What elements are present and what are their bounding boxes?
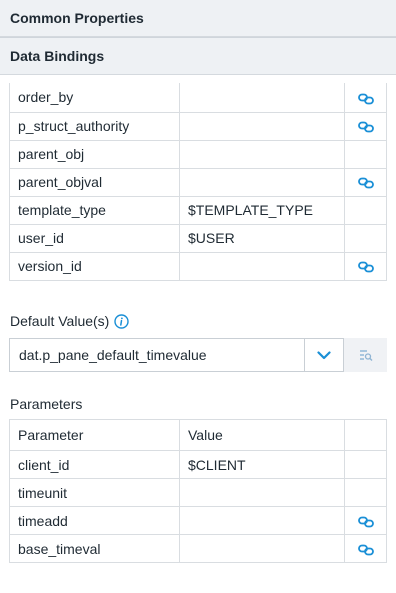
column-header-parameter: Parameter [9,419,180,451]
parameter-link-cell[interactable] [344,506,387,535]
binding-name: version_id [9,251,180,281]
binding-name: user_id [9,223,180,253]
lookup-button[interactable] [344,338,387,372]
binding-value[interactable] [179,111,345,141]
table-row[interactable]: parent_obj [9,139,387,169]
binding-name: parent_obj [9,139,180,169]
binding-value[interactable]: $USER [179,223,345,253]
link-icon[interactable] [357,544,374,556]
binding-name: template_type [9,195,180,225]
table-row[interactable]: p_struct_authority [9,111,387,141]
table-row[interactable]: parent_objval [9,167,387,197]
default-values-label-row: Default Value(s) [10,313,130,329]
table-row[interactable]: client_id $CLIENT [9,450,387,479]
link-icon[interactable] [357,516,374,528]
common-properties-title: Common Properties [10,10,144,26]
table-row[interactable]: user_id $USER [9,223,387,253]
common-properties-header[interactable]: Common Properties [0,0,396,37]
parameter-value[interactable] [179,478,345,507]
data-bindings-header[interactable]: Data Bindings [0,38,396,75]
parameter-name: client_id [9,450,180,479]
link-icon[interactable] [357,177,374,189]
parameter-value[interactable]: $CLIENT [179,450,345,479]
parameter-value[interactable] [179,506,345,535]
binding-link-cell [344,223,387,253]
table-row[interactable]: timeadd [9,506,387,535]
binding-link-cell [344,195,387,225]
default-values-label: Default Value(s) [10,313,110,329]
table-row[interactable]: version_id [9,251,387,281]
table-row[interactable]: timeunit [9,478,387,507]
parameter-name: base_timeval [9,534,180,563]
data-bindings-title: Data Bindings [10,48,105,64]
table-row[interactable]: template_type $TEMPLATE_TYPE [9,195,387,225]
table-row[interactable]: base_timeval [9,534,387,563]
parameters-table: Parameter Value client_id $CLIENT timeun… [9,419,387,563]
parameter-value[interactable] [179,534,345,563]
column-header-value: Value [179,419,345,451]
binding-value[interactable]: $TEMPLATE_TYPE [179,195,345,225]
info-icon[interactable] [114,313,130,329]
binding-value[interactable] [179,167,345,197]
link-icon[interactable] [357,121,374,133]
binding-name: order_by [9,83,180,113]
dropdown-toggle-button[interactable] [304,339,343,371]
link-icon[interactable] [357,93,374,105]
binding-name: p_struct_authority [9,111,180,141]
default-value-selected: dat.p_pane_default_timevalue [19,347,207,363]
default-value-select[interactable]: dat.p_pane_default_timevalue [9,338,344,372]
binding-link-cell[interactable] [344,167,387,197]
parameter-name: timeunit [9,478,180,507]
chevron-down-icon [317,350,331,359]
parameters-label: Parameters [10,396,83,412]
binding-value[interactable] [179,251,345,281]
binding-value[interactable] [179,83,345,113]
binding-link-cell [344,139,387,169]
parameter-name: timeadd [9,506,180,535]
binding-value[interactable] [179,139,345,169]
table-row[interactable]: order_by [9,83,387,113]
binding-link-cell[interactable] [344,111,387,141]
table-header-row: Parameter Value [9,419,387,451]
lookup-icon [359,350,372,361]
bindings-table: order_by p_struct_authority parent_obj p… [9,83,387,281]
binding-link-cell[interactable] [344,251,387,281]
link-icon[interactable] [357,261,374,273]
parameter-link-cell[interactable] [344,534,387,563]
parameter-link-cell [344,450,387,479]
binding-link-cell[interactable] [344,83,387,113]
binding-name: parent_objval [9,167,180,197]
column-header-action [344,419,387,451]
parameter-link-cell [344,478,387,507]
